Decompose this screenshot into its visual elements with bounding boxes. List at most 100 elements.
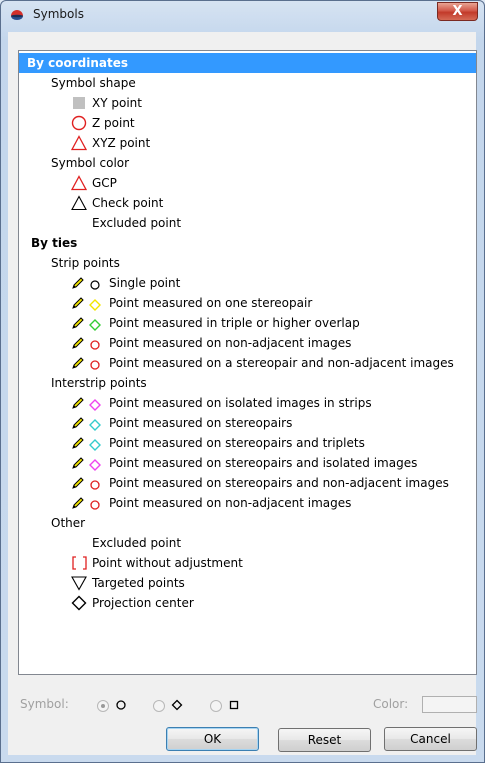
red-circle-icon [89, 497, 101, 510]
red-circle-icon [89, 357, 101, 370]
tree-item-label: Z point [92, 116, 135, 130]
black-diamond-icon [89, 277, 101, 290]
symbol-radio-circle[interactable] [97, 700, 109, 712]
tree-item-label: Symbol color [51, 156, 130, 170]
color-label: Color: [373, 697, 409, 711]
tree-item-label: Single point [109, 276, 181, 290]
tree-item-gcp[interactable]: GCP [71, 173, 117, 193]
black-diamond-icon [71, 595, 88, 611]
magenta-diamond-icon [89, 397, 101, 411]
ok-button[interactable]: OK [166, 727, 259, 751]
tree-item-other-excluded[interactable]: Excluded point [92, 533, 181, 553]
close-button[interactable]: X [437, 2, 478, 21]
tree-item-projection-center[interactable]: Projection center [71, 593, 194, 613]
tree-item-by-ties[interactable]: By ties [31, 233, 77, 253]
red-brackets-icon [71, 555, 88, 571]
tree-item-interstrip-points[interactable]: Interstrip points [51, 373, 147, 393]
strip-item-one-stereopair[interactable]: Point measured on one stereopair [71, 293, 312, 313]
strip-item-single-point[interactable]: Single point [71, 273, 180, 293]
tree-item-label: Point measured on isolated images in str… [109, 396, 372, 410]
interstrip-item-stereopairs-non-adjacent[interactable]: Point measured on stereopairs and non-ad… [71, 473, 449, 493]
black-triangle-icon [71, 195, 88, 211]
tree-item-xy-point[interactable]: XY point [71, 93, 142, 113]
tree-item-label: Strip points [51, 256, 120, 270]
diamond-symbol-icon [171, 699, 183, 714]
tree-item-label: Point measured on non-adjacent images [109, 336, 352, 350]
tree-item-label: Point without adjustment [92, 556, 243, 570]
tree-item-excluded-point[interactable]: Excluded point [92, 213, 181, 233]
tree-item-label: XY point [92, 96, 142, 110]
inverted-triangle-icon [71, 575, 88, 591]
tree-item-label: By coordinates [27, 56, 129, 70]
interstrip-item-triplets[interactable]: Point measured on stereopairs and triple… [71, 433, 365, 453]
interstrip-item-stereopairs[interactable]: Point measured on stereopairs [71, 413, 292, 433]
tree-item-label: Point measured on non-adjacent images [109, 496, 352, 510]
circle-symbol-icon [115, 699, 127, 714]
tree-item-label: Point measured on one stereopair [109, 296, 313, 310]
window-title: Symbols [33, 7, 84, 21]
tree-item-targeted-points[interactable]: Targeted points [71, 573, 185, 593]
red-triangle-icon [71, 135, 88, 151]
tree-item-label: Point measured on stereopairs [109, 416, 293, 430]
tree-item-other[interactable]: Other [51, 513, 85, 533]
pencil-icon [71, 336, 85, 350]
tree-item-label: Point measured on stereopairs and triple… [109, 436, 365, 450]
square-symbol-icon [228, 699, 240, 714]
tree-item-symbol-shape[interactable]: Symbol shape [51, 73, 136, 93]
tree-item-without-adjustment[interactable]: Point without adjustment [71, 553, 243, 573]
tree-item-label: Symbol shape [51, 76, 136, 90]
tree-item-label: Other [51, 516, 86, 530]
cyan-diamond-icon [89, 437, 101, 451]
yellow-diamond-icon [89, 297, 101, 311]
tree-item-label: XYZ point [92, 136, 151, 150]
symbol-label: Symbol: [20, 697, 69, 711]
app-logo-icon [10, 8, 24, 22]
tree-item-label: Interstrip points [51, 376, 147, 390]
pencil-icon [71, 296, 85, 310]
pencil-icon [71, 396, 85, 410]
title-bar[interactable]: Symbols X [1, 1, 484, 29]
tree-item-label: GCP [92, 176, 117, 190]
red-triangle-icon [71, 175, 88, 191]
pencil-icon [71, 496, 85, 510]
pencil-icon [71, 476, 85, 490]
pencil-icon [71, 416, 85, 430]
tree-item-label: Targeted points [92, 576, 185, 590]
symbol-radio-square[interactable] [210, 700, 222, 712]
tree-item-z-point[interactable]: Z point [71, 113, 135, 133]
interstrip-item-non-adjacent[interactable]: Point measured on non-adjacent images [71, 493, 351, 513]
gray-square-icon [71, 95, 88, 111]
pencil-icon [71, 316, 85, 330]
tree-item-check-point[interactable]: Check point [71, 193, 163, 213]
reset-button[interactable]: Reset [278, 728, 371, 752]
symbols-tree[interactable]: By coordinates Symbol shape XY point Z p… [18, 50, 477, 675]
symbol-radio-diamond[interactable] [153, 700, 165, 712]
strip-item-stereopair-non-adjacent[interactable]: Point measured on a stereopair and non-a… [71, 353, 454, 373]
red-circle-icon [89, 337, 101, 350]
tree-item-label: Point measured in triple or higher overl… [109, 316, 360, 330]
green-diamond-icon [89, 317, 101, 331]
tree-item-label: Excluded point [92, 536, 182, 550]
pencil-icon [71, 356, 85, 370]
tree-item-label: Projection center [92, 596, 194, 610]
strip-item-non-adjacent[interactable]: Point measured on non-adjacent images [71, 333, 351, 353]
pencil-icon [71, 436, 85, 450]
interstrip-item-stereopairs-isolated[interactable]: Point measured on stereopairs and isolat… [71, 453, 417, 473]
cancel-button[interactable]: Cancel [384, 727, 477, 751]
color-picker[interactable] [422, 696, 477, 713]
tree-item-by-coordinates[interactable]: By coordinates [19, 53, 476, 73]
interstrip-item-isolated[interactable]: Point measured on isolated images in str… [71, 393, 372, 413]
red-circle-icon [71, 115, 88, 131]
tree-item-label: Point measured on stereopairs and isolat… [109, 456, 418, 470]
tree-item-label: By ties [31, 236, 78, 250]
pencil-icon [71, 276, 85, 290]
tree-item-label: Excluded point [92, 216, 182, 230]
magenta-diamond-icon [89, 457, 101, 471]
strip-item-triple-overlap[interactable]: Point measured in triple or higher overl… [71, 313, 360, 333]
tree-item-xyz-point[interactable]: XYZ point [71, 133, 150, 153]
tree-item-label: Point measured on stereopairs and non-ad… [109, 476, 449, 490]
red-circle-icon [89, 477, 101, 490]
tree-item-symbol-color[interactable]: Symbol color [51, 153, 129, 173]
tree-item-strip-points[interactable]: Strip points [51, 253, 120, 273]
pencil-icon [71, 456, 85, 470]
